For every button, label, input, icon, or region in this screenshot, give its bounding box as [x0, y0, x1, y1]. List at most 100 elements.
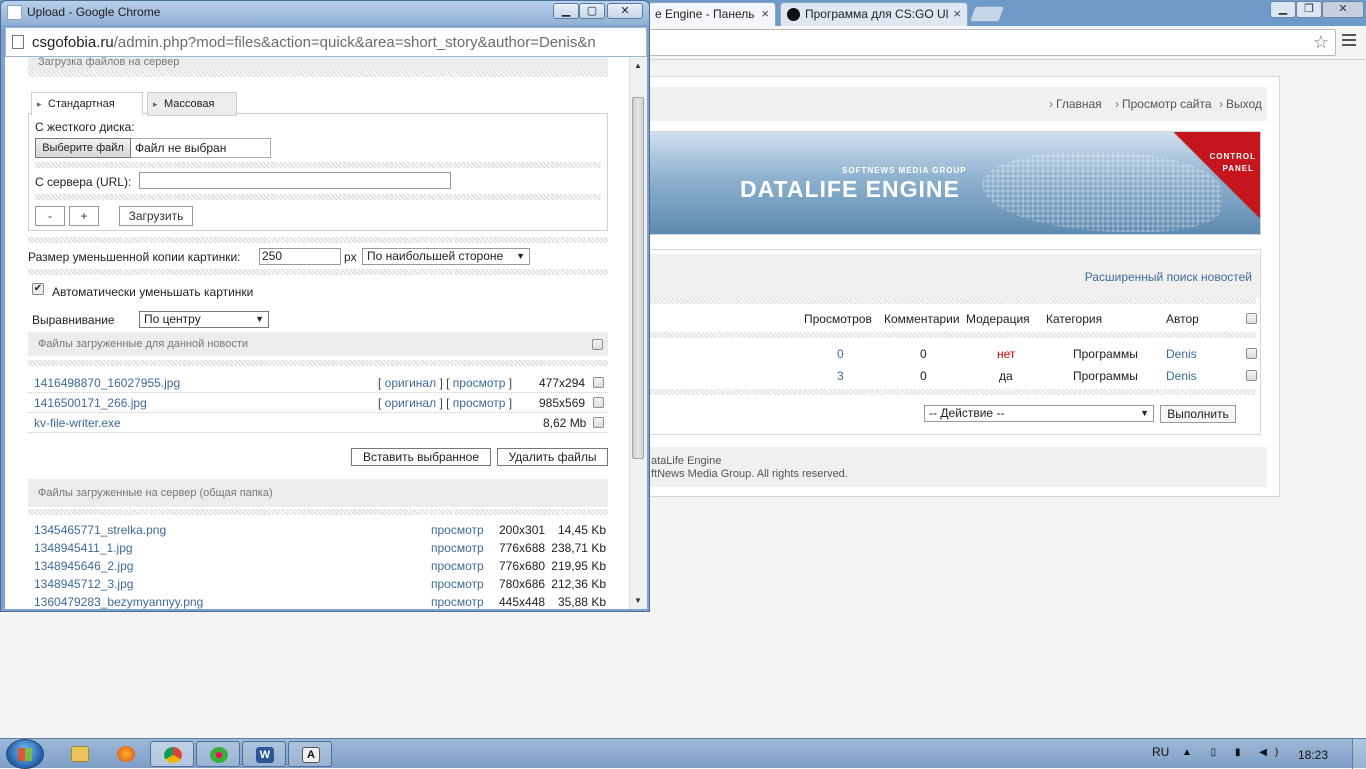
row-checkbox[interactable] — [1246, 348, 1257, 359]
taskbar-chrome[interactable] — [150, 741, 194, 767]
taskbar-firefox[interactable] — [104, 741, 148, 767]
hdd-label: С жесткого диска: — [35, 120, 135, 134]
file-dimensions: 985x569 — [539, 396, 586, 410]
new-tab-button[interactable] — [969, 6, 1005, 22]
popup-title-bar[interactable]: Upload - Google Chrome ▁ ▢ ✕ — [1, 1, 649, 25]
category-value: Программы — [1073, 347, 1138, 361]
footer-copyright: ftNews Media Group. All rights reserved. — [651, 468, 848, 480]
list-item: 1345465771_strelka.png просмотр 200x301 … — [28, 521, 608, 539]
tab-mass-label: Массовая — [164, 98, 215, 110]
views-count[interactable]: 3 — [837, 369, 844, 383]
minimize-button[interactable]: ▁ — [1270, 1, 1296, 18]
action-select[interactable]: -- Действие -- ▼ — [924, 405, 1154, 422]
taskbar-font-viewer[interactable]: A — [288, 741, 332, 767]
thumb-side-select[interactable]: По наибольшей стороне ▼ — [362, 248, 530, 265]
views-count[interactable]: 0 — [837, 347, 844, 361]
news-files-title: Файлы загруженные для данной новости — [38, 338, 249, 350]
nav-home-link[interactable]: Главная — [1049, 97, 1102, 111]
column-header-comments: Комментарии — [884, 312, 960, 326]
view-link[interactable]: просмотр — [431, 541, 484, 555]
align-label: Выравнивание — [32, 313, 115, 327]
remove-field-button[interactable]: - — [35, 206, 65, 226]
file-name-link[interactable]: 1348945712_3.jpg — [34, 577, 133, 591]
scrollbar-thumb[interactable] — [632, 97, 644, 459]
close-window-button[interactable]: ✕ — [607, 3, 643, 19]
thumb-size-input[interactable]: 250 — [259, 248, 341, 265]
divider — [28, 360, 608, 366]
taskbar-word[interactable]: W — [242, 741, 286, 767]
column-header-views: Просмотров — [804, 312, 872, 326]
address-bar[interactable]: ☆ — [600, 29, 1336, 56]
insert-selected-button[interactable]: Вставить выбранное — [351, 448, 491, 466]
tab-mass[interactable]: Массовая — [147, 92, 237, 116]
dle-top-nav: Главная Просмотр сайта Выход — [621, 87, 1267, 121]
start-button[interactable] — [6, 739, 44, 769]
view-link[interactable]: просмотр — [431, 595, 484, 609]
dle-panel: Главная Просмотр сайта Выход SOFTNEWS ME… — [620, 76, 1280, 497]
file-name-link[interactable]: 1360479283_bezymyannyy.png — [34, 595, 203, 609]
nav-exit-link[interactable]: Выход — [1219, 97, 1262, 111]
auto-resize-checkbox[interactable]: ✔ — [32, 283, 44, 295]
file-dimensions: 776x688 — [499, 541, 546, 555]
clock[interactable]: 18:23 — [1298, 748, 1328, 762]
file-status: Файл не выбран — [131, 138, 271, 158]
taskbar-explorer[interactable] — [58, 741, 102, 767]
popup-address-bar[interactable]: csgofobia.ru/admin.php?mod=files&action=… — [5, 27, 647, 57]
view-link[interactable]: просмотр — [431, 577, 484, 591]
original-link[interactable]: оригинал — [385, 376, 436, 390]
file-name-link[interactable]: 1348945646_2.jpg — [34, 559, 133, 573]
upload-form: Загрузка файлов на сервер Стандартная Ма… — [5, 57, 629, 609]
tab-standard[interactable]: Стандартная — [31, 92, 143, 116]
choose-file-button[interactable]: Выберите файл — [35, 138, 131, 158]
original-link[interactable]: оригинал — [385, 396, 436, 410]
close-window-button[interactable]: ✕ — [1322, 1, 1364, 18]
chrome-menu-icon[interactable] — [1342, 34, 1356, 49]
upload-button[interactable]: Загрузить — [119, 206, 193, 226]
file-checkbox[interactable] — [593, 377, 604, 388]
taskbar-icq[interactable] — [196, 741, 240, 767]
select-all-checkbox[interactable] — [592, 339, 603, 350]
view-link[interactable]: просмотр — [453, 376, 506, 390]
advanced-search-link[interactable]: Расширенный поиск новостей — [1085, 270, 1252, 284]
file-name-link[interactable]: 1345465771_strelka.png — [34, 523, 166, 537]
view-link[interactable]: просмотр — [431, 523, 484, 537]
server-files-header: Файлы загруженные на сервер (общая папка… — [28, 479, 608, 507]
author-link[interactable]: Denis — [1166, 347, 1197, 361]
author-link[interactable]: Denis — [1166, 369, 1197, 383]
popup-scrollbar[interactable]: ▲ ▼ — [629, 57, 647, 609]
select-all-checkbox[interactable] — [1246, 313, 1257, 324]
comments-count: 0 — [920, 347, 927, 361]
nav-view-site-link[interactable]: Просмотр сайта — [1115, 97, 1212, 111]
file-checkbox[interactable] — [593, 417, 604, 428]
url-input[interactable] — [139, 172, 451, 189]
file-name-link[interactable]: 1416498870_16027955.jpg — [34, 376, 180, 390]
tab-close-icon[interactable]: × — [761, 3, 769, 25]
tab-close-icon[interactable]: × — [953, 3, 961, 25]
row-checkbox[interactable] — [1246, 370, 1257, 381]
icq-flower-icon — [210, 747, 228, 763]
scroll-up-icon[interactable]: ▲ — [634, 61, 642, 70]
view-link[interactable]: просмотр — [431, 559, 484, 573]
tab-dle-admin[interactable]: e Engine - Панель × — [648, 2, 776, 26]
add-field-button[interactable]: + — [69, 206, 99, 226]
maximize-button[interactable]: ▢ — [579, 3, 605, 19]
file-name-link[interactable]: 1348945411_1.jpg — [34, 541, 133, 555]
tab-csgo-program[interactable]: Программа для CS:GO Ul × — [780, 2, 968, 26]
file-size: 219,95 Kb — [551, 559, 606, 573]
view-link[interactable]: просмотр — [453, 396, 506, 410]
bookmark-star-icon[interactable]: ☆ — [1313, 32, 1329, 53]
language-indicator[interactable]: RU — [1152, 745, 1169, 759]
minimize-button[interactable]: ▁ — [553, 3, 579, 19]
scroll-down-icon[interactable]: ▼ — [634, 596, 642, 605]
file-checkbox[interactable] — [593, 397, 604, 408]
delete-files-button[interactable]: Удалить файлы — [497, 448, 608, 466]
restore-button[interactable]: ❐ — [1296, 1, 1322, 18]
show-desktop-button[interactable] — [1352, 739, 1366, 769]
system-tray-icons[interactable]: ▲ ▯ ▮ ◀) — [1182, 747, 1286, 758]
file-name-link[interactable]: 1416500171_266.jpg — [34, 396, 147, 410]
control-panel-ribbon — [1174, 132, 1260, 218]
word-icon: W — [256, 747, 274, 763]
execute-button[interactable]: Выполнить — [1160, 405, 1236, 423]
align-select[interactable]: По центру ▼ — [139, 311, 269, 328]
file-name-link[interactable]: kv-file-writer.exe — [34, 416, 121, 430]
